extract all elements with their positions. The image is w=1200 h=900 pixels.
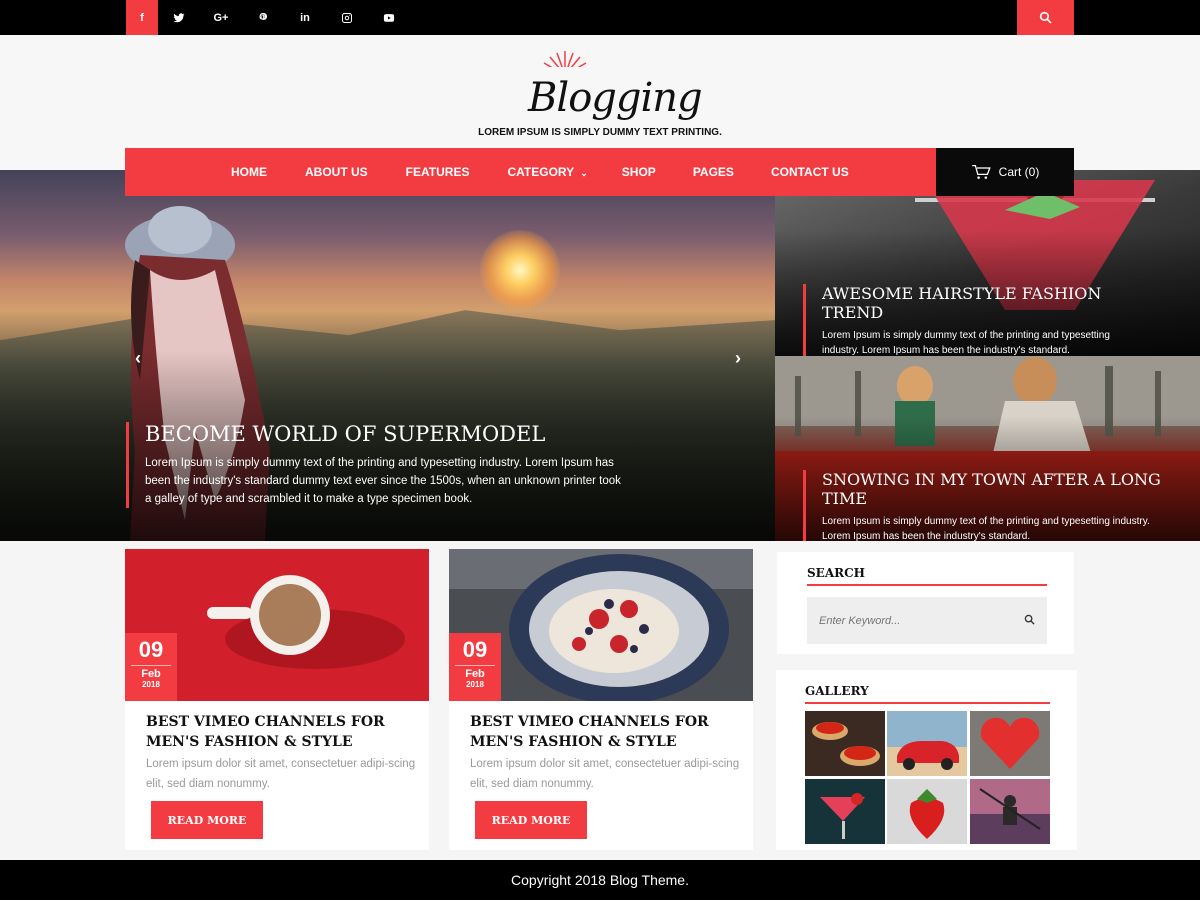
- nav-item-features[interactable]: FEATURES: [406, 165, 470, 179]
- gallery-widget: GALLERY: [776, 670, 1077, 850]
- gallery-thumb-kayak[interactable]: [970, 779, 1050, 844]
- post-day: 09: [138, 637, 164, 662]
- post-title-1[interactable]: BEST VIMEO CHANNELS FOR MEN'S FASHION & …: [146, 712, 416, 752]
- search-widget-title: SEARCH: [807, 566, 865, 580]
- copyright-text: Copyright 2018 Blog Theme.: [511, 872, 689, 888]
- linkedin-icon[interactable]: in: [284, 0, 326, 35]
- twitter-icon[interactable]: [158, 0, 200, 35]
- facebook-icon[interactable]: f: [126, 0, 158, 35]
- social-links: f G+ in: [126, 0, 410, 35]
- post-year: 2018: [142, 680, 160, 689]
- instagram-icon[interactable]: [326, 0, 368, 35]
- side-title-2[interactable]: SNOWING IN MY TOWN AFTER A LONG TIME: [822, 470, 1173, 508]
- nav-item-category-label: CATEGORY: [507, 165, 574, 179]
- side-text-2: Lorem Ipsum is simply dummy text of the …: [822, 516, 1150, 541]
- nav-item-category[interactable]: CATEGORY ⌄: [507, 165, 587, 179]
- search-icon[interactable]: [1017, 0, 1074, 35]
- hero-text: Lorem Ipsum is simply dummy text of the …: [145, 457, 621, 505]
- youtube-icon[interactable]: [368, 0, 410, 35]
- search-widget: SEARCH: [777, 552, 1074, 654]
- featured-post-1[interactable]: AWESOME HAIRSTYLE FASHION TREND Lorem Ip…: [775, 170, 1200, 356]
- side-caption-1: AWESOME HAIRSTYLE FASHION TREND Lorem Ip…: [803, 284, 1143, 356]
- read-more-button-1[interactable]: READ MORE: [151, 801, 263, 839]
- top-bar: f G+ in: [0, 0, 1200, 35]
- chevron-down-icon: ⌄: [580, 168, 588, 178]
- side-title-1[interactable]: AWESOME HAIRSTYLE FASHION TREND: [822, 284, 1143, 322]
- sun-rays-icon: [530, 51, 600, 77]
- post-year: 2018: [466, 680, 484, 689]
- chevron-right-icon[interactable]: ›: [735, 348, 741, 369]
- gallery-thumb-cocktail[interactable]: [805, 779, 885, 844]
- post-excerpt-2: Lorem ipsum dolor sit amet, consectetuer…: [470, 758, 740, 790]
- cart-button[interactable]: Cart (0): [936, 148, 1074, 196]
- hero-caption: BECOME WORLD OF SUPERMODEL Lorem Ipsum i…: [126, 422, 626, 508]
- cart-icon: [971, 164, 991, 179]
- nav-item-shop[interactable]: SHOP: [622, 165, 656, 179]
- widget-underline: [807, 584, 1047, 586]
- read-more-button-2[interactable]: READ MORE: [475, 801, 587, 839]
- gallery-thumb-strawberry[interactable]: [887, 779, 967, 844]
- site-tagline: LOREM IPSUM IS SIMPLY DUMMY TEXT PRINTIN…: [478, 127, 722, 138]
- search-icon[interactable]: [1024, 614, 1035, 625]
- nav-item-pages[interactable]: PAGES: [693, 165, 734, 179]
- widget-underline: [805, 702, 1050, 704]
- post-date-2: 09 Feb 2018: [449, 633, 501, 701]
- post-month: Feb: [141, 668, 161, 680]
- post-day: 09: [462, 637, 488, 662]
- search-input[interactable]: [819, 597, 1009, 644]
- search-box: [807, 597, 1047, 644]
- nav-item-about-us[interactable]: ABOUT US: [305, 165, 368, 179]
- hero-section: ‹ › BECOME WORLD OF SUPERMODEL Lorem Ips…: [0, 170, 1200, 541]
- post-card-1: 09 Feb 2018 BEST VIMEO CHANNELS FOR MEN'…: [125, 549, 429, 850]
- nav-item-home[interactable]: HOME: [231, 165, 267, 179]
- pinterest-icon[interactable]: [242, 0, 284, 35]
- post-excerpt-1: Lorem ipsum dolor sit amet, consectetuer…: [146, 758, 416, 790]
- gallery-widget-title: GALLERY: [805, 684, 869, 698]
- post-month: Feb: [465, 668, 485, 680]
- side-caption-2: SNOWING IN MY TOWN AFTER A LONG TIME Lor…: [803, 470, 1173, 541]
- gallery-thumb-heart[interactable]: [970, 711, 1050, 776]
- gallery-thumb-car[interactable]: [887, 711, 967, 776]
- gallery-thumb-caviar[interactable]: [805, 711, 885, 776]
- main-nav: HOME ABOUT US FEATURES CATEGORY ⌄ SHOP P…: [125, 148, 1074, 196]
- cart-label: Cart (0): [998, 165, 1040, 179]
- logo-text: Blogging: [528, 75, 703, 121]
- hero-slide[interactable]: ‹ › BECOME WORLD OF SUPERMODEL Lorem Ips…: [0, 170, 775, 541]
- chevron-left-icon[interactable]: ‹: [135, 348, 141, 369]
- google-plus-icon[interactable]: G+: [200, 0, 242, 35]
- post-card-2: 09 Feb 2018 BEST VIMEO CHANNELS FOR MEN'…: [449, 549, 753, 850]
- site-footer: Copyright 2018 Blog Theme.: [0, 860, 1200, 900]
- nav-item-contact-us[interactable]: CONTACT US: [771, 165, 849, 179]
- side-text-1: Lorem Ipsum is simply dummy text of the …: [822, 330, 1110, 356]
- sunset-image: [480, 230, 560, 310]
- post-date-1: 09 Feb 2018: [125, 633, 177, 701]
- hero-title[interactable]: BECOME WORLD OF SUPERMODEL: [145, 422, 626, 446]
- featured-post-2[interactable]: SNOWING IN MY TOWN AFTER A LONG TIME Lor…: [775, 356, 1200, 541]
- post-title-2[interactable]: BEST VIMEO CHANNELS FOR MEN'S FASHION & …: [470, 712, 740, 752]
